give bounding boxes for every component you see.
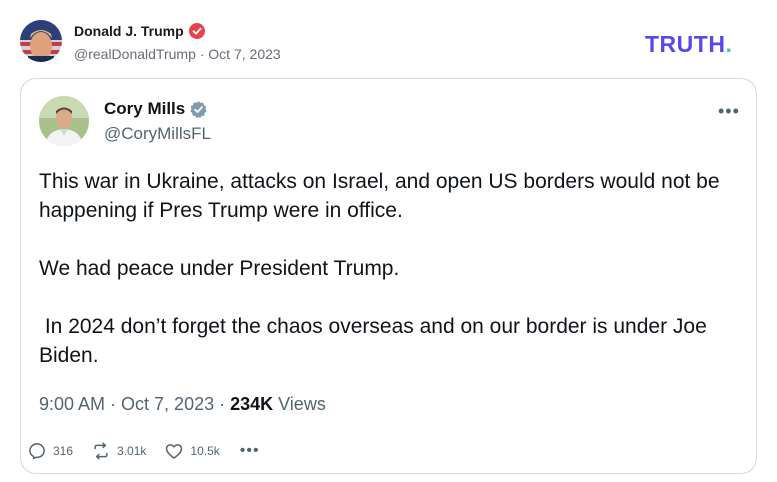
logo-dot: .: [725, 31, 733, 57]
like-button[interactable]: 10.5k: [164, 441, 220, 461]
tweet-paragraph: In 2024 don’t forget the chaos overseas …: [39, 315, 713, 367]
post-header: Donald J. Trump @realDonaldTrump · Oct 7…: [20, 20, 281, 62]
tweet-author-name[interactable]: Cory Mills: [104, 99, 185, 119]
more-options-icon[interactable]: •••: [718, 101, 740, 122]
repost-count: 3.01k: [117, 444, 147, 458]
author-handle-and-date[interactable]: @realDonaldTrump · Oct 7, 2023: [74, 46, 281, 62]
views-count: 234K: [230, 394, 274, 414]
reply-icon: [29, 443, 45, 460]
tweet-timestamp-views[interactable]: 9:00 AM · Oct 7, 2023 · 234K Views: [39, 394, 326, 415]
embedded-tweet-card[interactable]: Cory Mills @CoryMillsFL ••• This war in …: [20, 78, 757, 474]
tweet-author-handle[interactable]: @CoryMillsFL: [104, 124, 211, 144]
repost-button[interactable]: 3.01k: [91, 441, 146, 461]
author-name[interactable]: Donald J. Trump: [74, 23, 184, 39]
reply-count: 316: [53, 444, 74, 458]
tweet-paragraph: This war in Ukraine, attacks on Israel, …: [39, 170, 726, 222]
verified-badge-icon: [189, 100, 208, 119]
logo-text: TRUTH: [645, 31, 726, 57]
avatar[interactable]: [20, 20, 62, 62]
verified-badge-icon: [188, 22, 205, 39]
views-label: Views: [273, 394, 326, 414]
more-actions-icon[interactable]: •••: [240, 442, 260, 460]
repost-icon: [94, 442, 108, 460]
like-count: 10.5k: [190, 444, 220, 458]
truth-social-logo: TRUTH.: [645, 31, 732, 58]
tweet-author-avatar[interactable]: [39, 96, 89, 146]
tweet-timestamp[interactable]: 9:00 AM · Oct 7, 2023 ·: [39, 394, 230, 414]
heart-icon: [166, 444, 183, 459]
reply-button[interactable]: 316: [27, 441, 73, 461]
tweet-actions: 316 3.01k 10.5k •••: [27, 441, 260, 461]
tweet-text: This war in Ukraine, attacks on Israel, …: [39, 167, 744, 370]
tweet-paragraph: We had peace under President Trump.: [39, 257, 400, 280]
